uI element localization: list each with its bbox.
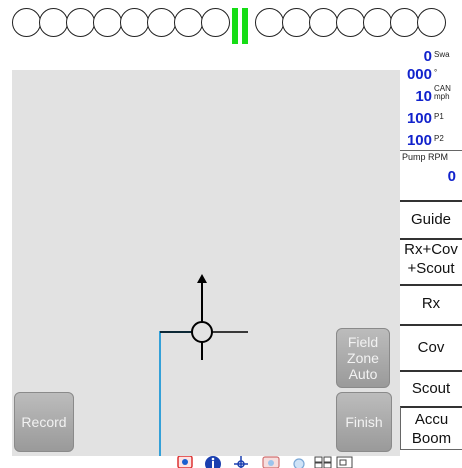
heading-value: 000 — [406, 66, 432, 83]
scout-label: Scout — [411, 379, 451, 397]
heading-unit: ° — [434, 68, 438, 77]
boom-section-indicator[interactable] — [417, 8, 446, 37]
more-icon[interactable] — [336, 456, 354, 468]
p2-value: 100 — [406, 132, 432, 149]
boom-section-indicator[interactable] — [66, 8, 95, 37]
screen-icon[interactable] — [262, 456, 280, 468]
boom-section-indicator[interactable] — [12, 8, 41, 37]
rx-cov-scout-button[interactable]: Rx+Cov +Scout — [400, 238, 462, 282]
p1-stat: 100 P1 — [400, 110, 462, 129]
p1-value: 100 — [406, 110, 432, 127]
boom-section-indicator[interactable] — [336, 8, 365, 37]
pump-rpm-panel: Pump RPM 0 — [400, 150, 462, 194]
boom-section-indicator[interactable] — [363, 8, 392, 37]
accu-boom-button[interactable]: Accu Boom — [400, 406, 462, 450]
guidance-map[interactable]: Field Zone Auto Record Finish — [12, 70, 400, 456]
zoom-icon[interactable] — [290, 456, 308, 468]
cov-label: Cov — [417, 338, 445, 356]
swath-value: 0 — [423, 48, 432, 65]
layout-icon[interactable] — [314, 456, 332, 468]
field-zone-auto-button[interactable]: Field Zone Auto — [336, 328, 390, 388]
field-zone-auto-label: Auto — [348, 366, 378, 382]
scout-button[interactable]: Scout — [400, 370, 462, 404]
vehicle-icon — [160, 274, 248, 360]
field-zone-auto-label: Field — [347, 334, 379, 350]
boom-section-indicator[interactable] — [174, 8, 203, 37]
boom-section-indicator[interactable] — [390, 8, 419, 37]
swath-unit: Swa — [434, 50, 450, 59]
path-line — [159, 331, 202, 456]
swath-stat: 0 Swa — [400, 48, 462, 67]
boom-section-bar — [12, 8, 462, 44]
pump-rpm-value: 0 — [447, 168, 456, 185]
p2-stat: 100 P2 — [400, 132, 462, 151]
accu-boom-label: Boom — [411, 429, 452, 447]
speed-value: 10 — [415, 88, 432, 105]
master-section-indicator — [232, 8, 238, 44]
bottom-toolbar — [170, 456, 462, 468]
accu-boom-label: Accu — [414, 410, 449, 428]
boom-section-indicator[interactable] — [93, 8, 122, 37]
app-window: Field Zone Auto Record Finish 0 Swa 000 … — [0, 0, 462, 468]
speed-unit-bottom: mph — [434, 92, 450, 101]
master-section-indicator — [242, 8, 248, 44]
vehicle-icon[interactable] — [232, 456, 250, 468]
record-button[interactable]: Record — [14, 392, 74, 452]
gps-icon[interactable] — [176, 456, 194, 468]
rx-cov-scout-label: +Scout — [407, 260, 455, 277]
boom-section-indicator[interactable] — [147, 8, 176, 37]
guide-label: Guide — [410, 210, 452, 228]
rx-cov-scout-label: Rx+Cov — [404, 241, 458, 258]
finish-label: Finish — [345, 414, 383, 430]
field-zone-auto-label: Zone — [347, 350, 379, 366]
boom-section-indicator[interactable] — [282, 8, 311, 37]
boom-section-indicator[interactable] — [120, 8, 149, 37]
cov-button[interactable]: Cov — [400, 324, 462, 368]
speed-stat: 10 CAN mph — [400, 84, 462, 108]
right-panel: 0 Swa 000 ° 10 CAN mph 100 P1 100 P2 Pum… — [400, 42, 462, 468]
rx-button[interactable]: Rx — [400, 284, 462, 320]
rx-label: Rx — [421, 294, 441, 312]
heading-stat: 000 ° — [400, 66, 462, 85]
info-icon[interactable] — [204, 456, 222, 468]
p1-unit: P1 — [434, 112, 444, 121]
boom-section-indicator[interactable] — [201, 8, 230, 37]
boom-section-indicator[interactable] — [309, 8, 338, 37]
boom-section-indicator[interactable] — [39, 8, 68, 37]
finish-button[interactable]: Finish — [336, 392, 392, 452]
guide-button[interactable]: Guide — [400, 200, 462, 236]
record-label: Record — [21, 414, 67, 430]
p2-unit: P2 — [434, 134, 444, 143]
boom-section-indicator[interactable] — [255, 8, 284, 37]
pump-rpm-label: Pump RPM — [402, 152, 449, 162]
